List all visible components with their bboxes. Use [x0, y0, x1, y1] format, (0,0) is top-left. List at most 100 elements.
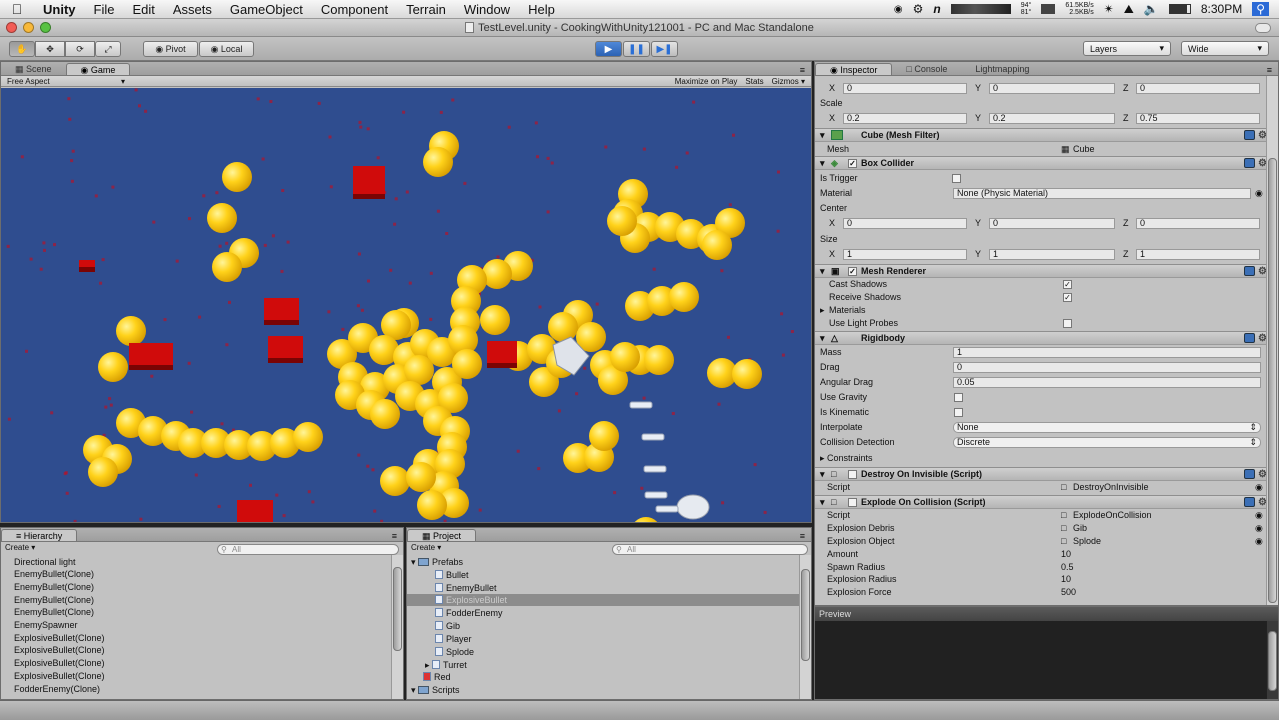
wifi-icon[interactable]: ⛰ — [1124, 2, 1134, 17]
project-item[interactable]: ▸ Turret — [425, 659, 467, 671]
foldout-arrow-icon[interactable]: ▸ — [425, 660, 432, 670]
explosion-radius-value[interactable]: 10 — [1061, 574, 1071, 584]
project-item[interactable]: Splode — [435, 646, 474, 658]
destroy-on-invisible-header[interactable]: ▾ □ Destroy On Invisible (Script) ⚙ — [815, 467, 1267, 481]
foldout-arrow-icon[interactable]: ▸ — [820, 305, 825, 316]
close-window-icon[interactable] — [6, 22, 17, 33]
clock[interactable]: 8:30PM — [1201, 2, 1242, 16]
list-item[interactable]: EnemySpawner — [14, 619, 78, 631]
list-item[interactable]: EnemyBullet(Clone) — [14, 594, 94, 606]
project-item[interactable]: EnemyBullet — [435, 582, 497, 594]
project-search-input[interactable]: ⚲ All — [612, 544, 808, 555]
foldout-arrow-icon[interactable]: ▾ — [411, 557, 418, 567]
menu-terrain[interactable]: Terrain — [397, 2, 455, 17]
collision-detection-dropdown[interactable]: Discrete ⇕ — [953, 436, 1261, 448]
tab-game[interactable]: ◉ Game — [65, 63, 131, 75]
help-icon[interactable] — [1244, 469, 1255, 479]
spotlight-icon[interactable]: ⚲ — [1252, 2, 1269, 16]
amount-value[interactable]: 10 — [1061, 549, 1071, 559]
rigidbody-header[interactable]: ▾ △ Rigidbody ⚙ — [815, 331, 1267, 345]
battery-icon[interactable] — [1168, 4, 1191, 14]
local-toggle-button[interactable]: ◉ Local — [199, 41, 254, 57]
object-picker-icon[interactable]: ◉ — [1255, 523, 1263, 534]
list-item[interactable]: ExplosiveBullet(Clone) — [14, 644, 105, 656]
hierarchy-search-input[interactable]: ⚲ All — [217, 544, 399, 555]
tab-project[interactable]: ▦ Project — [407, 529, 477, 541]
zoom-window-icon[interactable] — [40, 22, 51, 33]
explosion-force-value[interactable]: 500 — [1061, 587, 1076, 597]
project-scrollbar[interactable] — [799, 555, 811, 699]
inspector-scrollbar-thumb[interactable] — [1268, 158, 1277, 603]
menu-gameobject[interactable]: GameObject — [221, 2, 312, 17]
menu-file[interactable]: File — [85, 2, 124, 17]
maximize-on-play-toggle[interactable]: Maximize on Play — [675, 77, 738, 86]
list-item[interactable]: ExplosiveBullet(Clone) — [14, 657, 105, 669]
preview-title[interactable]: Preview — [815, 607, 1278, 621]
menu-assets[interactable]: Assets — [164, 2, 221, 17]
list-item[interactable]: ExplosiveBullet(Clone) — [14, 632, 105, 644]
size-z-field[interactable]: 1 — [1136, 248, 1260, 260]
box-collider-header[interactable]: ▾ ◈ ✓ Box Collider ⚙ — [815, 156, 1267, 170]
angular-drag-field[interactable]: 0.05 — [953, 376, 1261, 388]
menu-component[interactable]: Component — [312, 2, 397, 17]
project-scrollbar-thumb[interactable] — [801, 569, 810, 661]
object-picker-icon[interactable]: ◉ — [1255, 188, 1263, 199]
center-y-field[interactable]: 0 — [989, 217, 1115, 229]
layout-dropdown[interactable]: Wide ▾ — [1181, 41, 1269, 56]
menu-app-name[interactable]: Unity — [34, 2, 85, 17]
receive-shadows-checkbox[interactable]: ✓ — [1063, 292, 1072, 302]
foldout-arrow-icon[interactable]: ▾ — [820, 497, 825, 508]
scale-tool-button[interactable]: ⤢ — [95, 41, 121, 57]
list-item[interactable]: ExplosiveBullet(Clone) — [14, 670, 105, 682]
is-trigger-checkbox[interactable] — [952, 173, 961, 183]
apple-icon[interactable]:  — [0, 1, 34, 17]
tab-lightmapping[interactable]: Lightmapping — [961, 63, 1043, 75]
list-item[interactable]: Directional light — [14, 556, 76, 568]
mesh-filter-header[interactable]: ▾ Cube (Mesh Filter) ⚙ — [815, 128, 1267, 142]
foldout-arrow-icon[interactable]: ▾ — [820, 333, 825, 344]
is-kinematic-checkbox[interactable] — [954, 407, 963, 417]
list-item[interactable]: EnemyBullet(Clone) — [14, 581, 94, 593]
help-icon[interactable] — [1244, 497, 1255, 507]
explode-script-value[interactable]: ExplodeOnCollision — [1073, 510, 1152, 520]
object-picker-icon[interactable]: ◉ — [1255, 482, 1263, 493]
help-icon[interactable] — [1244, 158, 1255, 168]
stats-toggle[interactable]: Stats — [745, 77, 763, 86]
explosion-object-value[interactable]: Splode — [1073, 536, 1101, 546]
explode-on-collision-enabled-checkbox[interactable] — [848, 497, 857, 507]
help-icon[interactable] — [1244, 130, 1255, 140]
project-item[interactable]: Red — [423, 671, 451, 683]
tab-console[interactable]: □ Console — [892, 63, 961, 75]
inspector-scrollbar[interactable] — [1266, 76, 1278, 605]
hierarchy-scrollbar-thumb[interactable] — [393, 567, 402, 651]
panel-menu-icon[interactable]: ≡ — [800, 65, 811, 75]
position-z-field[interactable]: 0 — [1136, 82, 1260, 94]
list-item[interactable]: EnemyBullet(Clone) — [14, 568, 94, 580]
center-z-field[interactable]: 0 — [1136, 217, 1260, 229]
panel-menu-icon[interactable]: ≡ — [392, 531, 403, 541]
explode-on-collision-header[interactable]: ▾ □ Explode On Collision (Script) ⚙ — [815, 495, 1267, 509]
step-button[interactable]: ▶❚ — [651, 41, 678, 57]
panel-menu-icon[interactable]: ≡ — [800, 531, 811, 541]
move-tool-button[interactable]: ✥ — [35, 41, 65, 57]
light-probes-checkbox[interactable] — [1063, 318, 1072, 328]
mass-field[interactable]: 1 — [953, 346, 1261, 358]
explosion-debris-value[interactable]: Gib — [1073, 523, 1087, 533]
mesh-renderer-header[interactable]: ▾ ▣ ✓ Mesh Renderer ⚙ — [815, 264, 1267, 278]
use-gravity-checkbox[interactable] — [954, 392, 963, 402]
menu-help[interactable]: Help — [519, 2, 564, 17]
size-x-field[interactable]: 1 — [843, 248, 967, 260]
minimize-window-icon[interactable] — [23, 22, 34, 33]
cast-shadows-checkbox[interactable]: ✓ — [1063, 279, 1072, 289]
rotate-tool-button[interactable]: ⟳ — [65, 41, 95, 57]
hand-tool-button[interactable]: ✋ — [9, 41, 35, 57]
panel-menu-icon[interactable]: ≡ — [1267, 65, 1278, 75]
interpolate-dropdown[interactable]: None ⇕ — [953, 421, 1261, 433]
foldout-arrow-icon[interactable]: ▾ — [820, 158, 825, 169]
destroy-on-invisible-enabled-checkbox[interactable] — [848, 469, 857, 479]
object-picker-icon[interactable]: ◉ — [1255, 510, 1263, 521]
project-item-selected[interactable]: ExplosiveBullet — [407, 594, 799, 606]
project-item[interactable]: Bullet — [435, 569, 469, 581]
hierarchy-scrollbar[interactable] — [391, 555, 403, 699]
help-icon[interactable] — [1244, 266, 1255, 276]
